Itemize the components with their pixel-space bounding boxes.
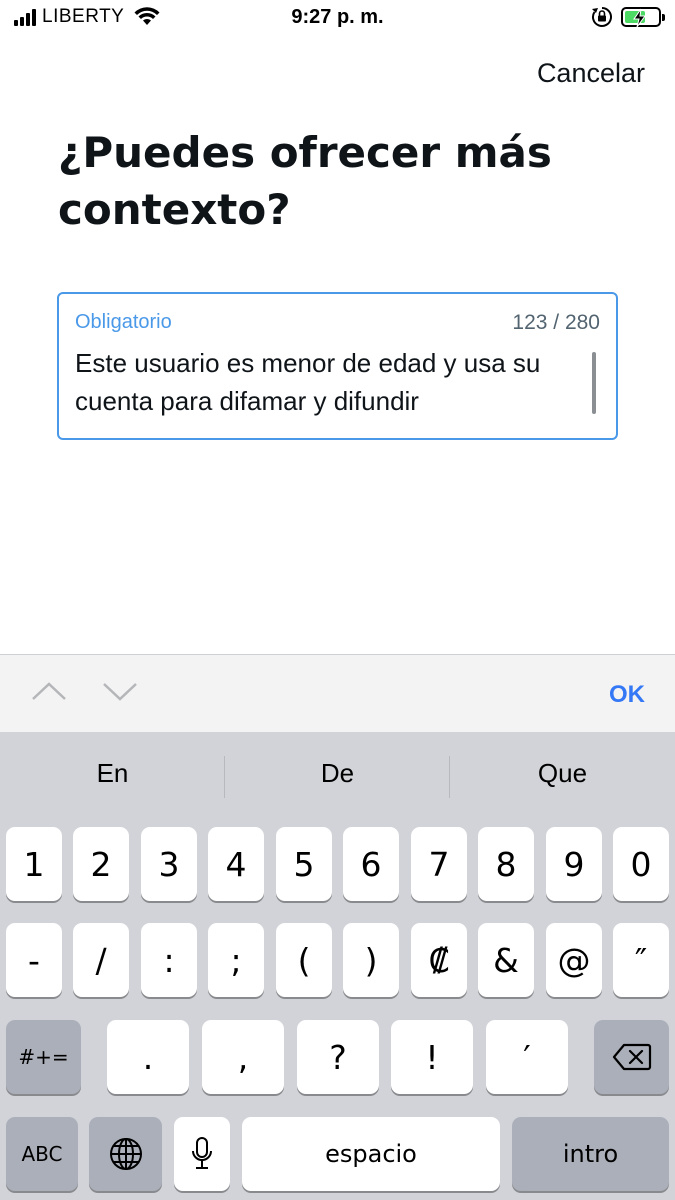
key-2[interactable]: 2 <box>73 827 129 901</box>
keyboard-accessory-bar: OK <box>0 654 675 732</box>
status-time: 9:27 p. m. <box>291 6 384 28</box>
keyboard: En De Que 1 2 3 4 5 6 7 8 9 0 - / : ; ( … <box>0 732 675 1200</box>
key-question[interactable]: ? <box>297 1020 379 1094</box>
globe-key[interactable] <box>89 1117 162 1191</box>
orientation-lock-icon <box>592 7 612 27</box>
suggestion-1[interactable]: En <box>0 758 225 789</box>
suggestion-3[interactable]: Que <box>450 758 675 789</box>
microphone-icon <box>192 1137 212 1169</box>
context-text-field[interactable]: Obligatorio 123 / 280 Este usuario es me… <box>57 292 618 440</box>
suggestion-bar: En De Que <box>0 732 675 820</box>
context-textarea[interactable]: Este usuario es menor de edad y usa su c… <box>75 344 585 420</box>
key-open-paren[interactable]: ( <box>276 923 332 997</box>
key-double-prime[interactable]: ″ <box>613 923 669 997</box>
backspace-icon <box>612 1043 651 1071</box>
space-key[interactable]: espacio <box>242 1117 500 1191</box>
status-bar: LIBERTY 9:27 p. m. <box>0 0 675 40</box>
previous-field-arrow-icon[interactable] <box>30 679 68 703</box>
key-comma[interactable]: , <box>202 1020 284 1094</box>
key-9[interactable]: 9 <box>546 827 602 901</box>
suggestion-2[interactable]: De <box>225 758 450 789</box>
globe-icon <box>109 1138 142 1170</box>
key-at[interactable]: @ <box>546 923 602 997</box>
abc-key[interactable]: ABC <box>6 1117 78 1191</box>
scrollbar[interactable] <box>592 352 596 414</box>
backspace-key[interactable] <box>594 1020 669 1094</box>
cancel-button[interactable]: Cancelar <box>537 58 645 89</box>
battery-icon <box>621 7 665 28</box>
symbols-toggle-key[interactable]: #+= <box>6 1020 81 1094</box>
key-colon-sign[interactable]: ₡ <box>411 923 467 997</box>
key-0[interactable]: 0 <box>613 827 669 901</box>
key-semicolon[interactable]: ; <box>208 923 264 997</box>
key-6[interactable]: 6 <box>343 827 399 901</box>
charging-bolt-icon <box>633 8 646 28</box>
return-key[interactable]: intro <box>512 1117 669 1191</box>
key-8[interactable]: 8 <box>478 827 534 901</box>
key-7[interactable]: 7 <box>411 827 467 901</box>
key-1[interactable]: 1 <box>6 827 62 901</box>
key-4[interactable]: 4 <box>208 827 264 901</box>
page-title: ¿Puedes ofrecer más contexto? <box>58 128 552 234</box>
key-hyphen[interactable]: - <box>6 923 62 997</box>
key-5[interactable]: 5 <box>276 827 332 901</box>
key-period[interactable]: . <box>107 1020 189 1094</box>
key-close-paren[interactable]: ) <box>343 923 399 997</box>
key-slash[interactable]: / <box>73 923 129 997</box>
key-prime[interactable]: ′ <box>486 1020 568 1094</box>
ok-button[interactable]: OK <box>609 681 645 709</box>
key-3[interactable]: 3 <box>141 827 197 901</box>
status-right <box>591 6 665 28</box>
character-counter: 123 / 280 <box>512 311 600 334</box>
key-colon[interactable]: : <box>141 923 197 997</box>
dictation-key[interactable] <box>174 1117 230 1191</box>
key-exclamation[interactable]: ! <box>391 1020 473 1094</box>
key-ampersand[interactable]: & <box>478 923 534 997</box>
next-field-arrow-icon[interactable] <box>101 679 139 703</box>
field-label: Obligatorio <box>75 311 172 333</box>
